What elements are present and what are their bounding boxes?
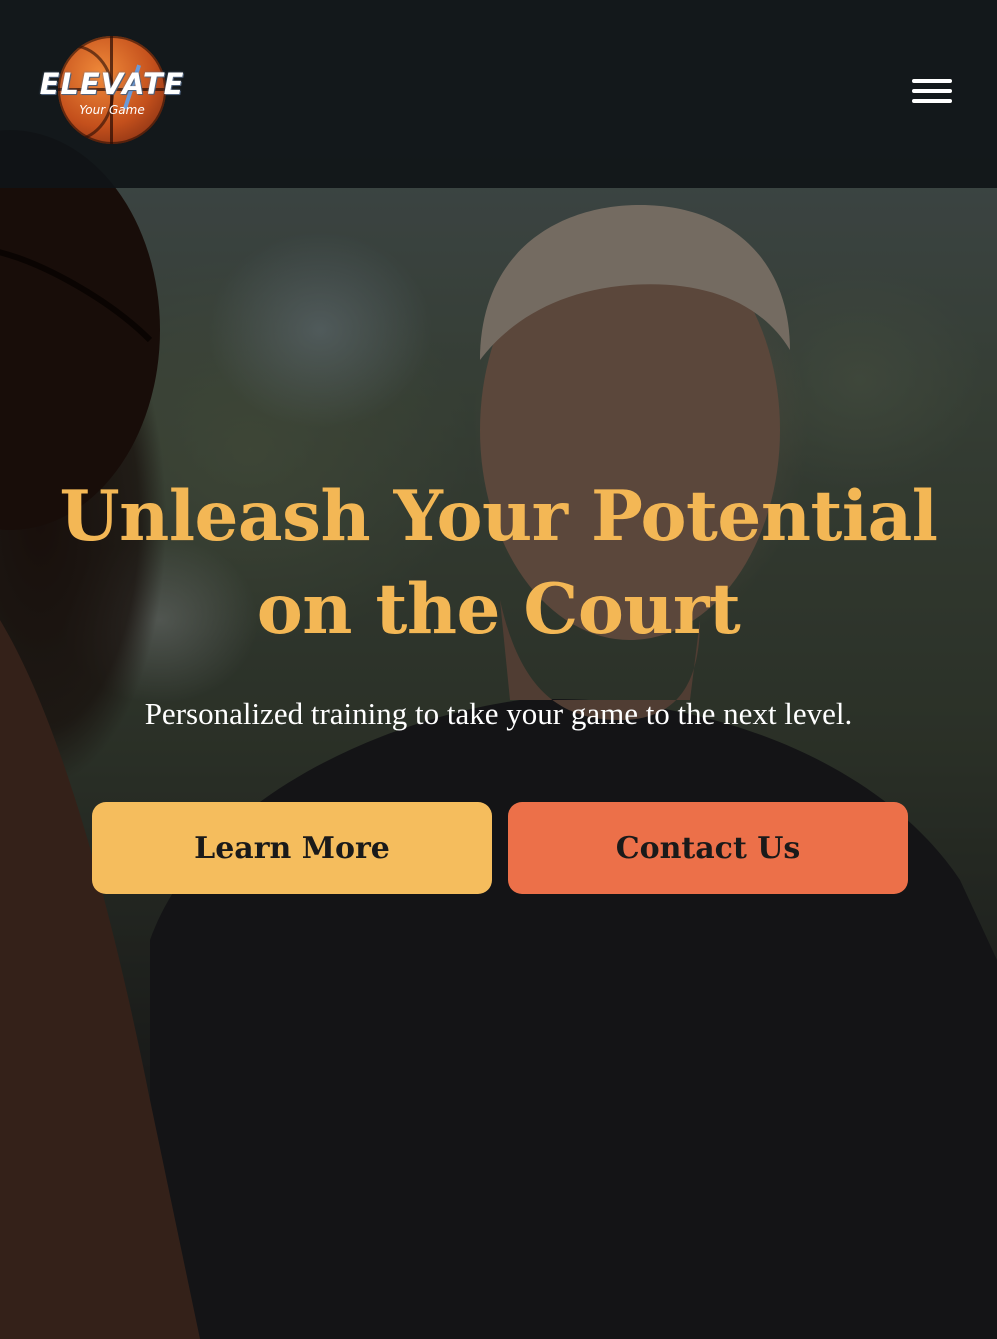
hero-subtitle: Personalized training to take your game … bbox=[144, 696, 853, 731]
hamburger-menu-icon-bar bbox=[912, 99, 952, 103]
logo-tagline: Your Game bbox=[79, 103, 145, 117]
site-logo[interactable]: ELEVATE Your Game bbox=[36, 36, 188, 148]
hamburger-menu-icon bbox=[912, 79, 952, 83]
hamburger-menu-button[interactable] bbox=[906, 74, 958, 110]
contact-us-button[interactable]: Contact Us bbox=[508, 802, 908, 894]
learn-more-button[interactable]: Learn More bbox=[92, 802, 492, 894]
page: ELEVATE Your Game Unleash Your Potential… bbox=[0, 0, 997, 1339]
hero-title: Unleash Your Potential on the Court bbox=[59, 476, 938, 650]
site-header: ELEVATE Your Game bbox=[0, 0, 997, 188]
hamburger-menu-icon-bar bbox=[912, 89, 952, 93]
logo-wordmark: ELEVATE bbox=[39, 67, 185, 101]
hero-dark-overlay bbox=[0, 0, 997, 1339]
